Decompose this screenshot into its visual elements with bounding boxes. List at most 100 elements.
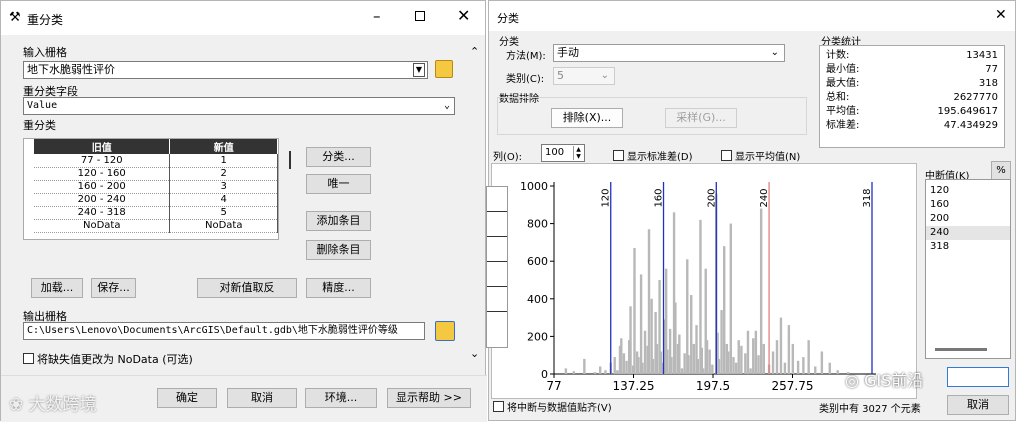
- histogram-bar: [616, 370, 619, 374]
- break-label: 200: [706, 188, 717, 207]
- histogram-bar: [787, 325, 791, 374]
- histogram-bar: [771, 351, 775, 374]
- column-header-old[interactable]: 旧值: [34, 139, 171, 154]
- title-bar: 分类 ✕: [489, 1, 1015, 31]
- histogram-bar: [572, 371, 575, 374]
- scroll-down-icon[interactable]: ⌄: [470, 347, 479, 360]
- histogram-bar: [717, 358, 721, 374]
- show-help-button[interactable]: 显示帮助 >>: [387, 388, 471, 408]
- stats-row: 平均值: 195.649617: [826, 105, 998, 119]
- nodata-checkbox[interactable]: 将缺失值更改为 NoData (可选): [23, 351, 193, 367]
- vertical-scrollbar[interactable]: ⌃ ⌄: [467, 35, 485, 375]
- list-item[interactable]: 240: [926, 226, 1010, 240]
- apply-button[interactable]: [947, 367, 1009, 387]
- wechat-icon: ◎: [845, 371, 859, 390]
- old-value-cell[interactable]: 120 - 160: [34, 167, 171, 181]
- list-item[interactable]: 160: [926, 198, 1010, 212]
- checkbox-box[interactable]: [23, 353, 34, 364]
- y-tick-label: 1000: [520, 180, 548, 193]
- open-folder-icon[interactable]: [435, 60, 453, 78]
- sample-button[interactable]: 采样(G)...: [665, 108, 737, 128]
- histogram-bar: [690, 295, 693, 374]
- close-icon[interactable]: ✕: [995, 7, 1007, 23]
- histogram-chart[interactable]: 0200400600800100077 137.25 197.5 257.75120 1…: [492, 164, 918, 400]
- break-label: 240: [759, 188, 770, 207]
- old-value-cell[interactable]: 160 - 200: [34, 180, 171, 194]
- percent-button[interactable]: %: [991, 161, 1011, 181]
- output-raster-input[interactable]: C:\Users\Lenovo\Documents\ArcGIS\Default…: [23, 322, 425, 340]
- open-folder-icon[interactable]: [435, 321, 455, 341]
- load-button[interactable]: 加载...: [31, 278, 83, 298]
- stat-value: 318: [978, 78, 998, 89]
- stat-key: 最小值:: [826, 64, 860, 75]
- new-value-cell[interactable]: NoData: [169, 219, 278, 233]
- input-raster-select[interactable]: 地下水脆弱性评价 ▼: [23, 61, 428, 79]
- chevron-down-icon: ⌄: [443, 100, 450, 111]
- old-value-cell[interactable]: 77 - 120: [34, 154, 171, 168]
- classify-button[interactable]: 分类...: [306, 147, 371, 167]
- table-row[interactable]: 200 - 240 4: [34, 193, 278, 207]
- save-button[interactable]: 保存...: [91, 278, 136, 298]
- overlay-list-panel: [486, 186, 508, 348]
- table-row[interactable]: 120 - 160 2: [34, 167, 278, 181]
- stat-key: 最大值:: [826, 78, 860, 89]
- exclude-button[interactable]: 排除(X)...: [551, 108, 623, 128]
- table-row[interactable]: 240 - 318 5: [34, 206, 278, 220]
- minimize-icon[interactable]: –: [373, 7, 381, 25]
- y-tick-label: 400: [527, 293, 548, 306]
- columns-stepper[interactable]: 100 ▲ ▼: [541, 144, 585, 162]
- histogram-bar: [613, 357, 616, 374]
- histogram-bar: [836, 370, 839, 374]
- new-value-cell[interactable]: 1: [169, 154, 278, 168]
- horizontal-scrollbar[interactable]: [935, 348, 987, 351]
- cancel-button[interactable]: 取消: [947, 395, 1009, 415]
- list-item[interactable]: 318: [926, 240, 1010, 254]
- break-values-list[interactable]: 120 160 200 240 318: [925, 179, 1011, 359]
- old-value-cell[interactable]: 200 - 240: [34, 193, 171, 207]
- histogram-bar: [726, 351, 730, 374]
- show-std-checkbox[interactable]: 显示标准差(D): [613, 148, 693, 163]
- histogram-bar: [734, 362, 738, 374]
- show-mean-checkbox[interactable]: 显示平均值(N): [721, 148, 800, 163]
- new-value-cell[interactable]: 2: [169, 167, 278, 181]
- close-icon[interactable]: ✕: [457, 6, 470, 25]
- reclass-table[interactable]: 旧值 新值 77 - 120 1 120 - 160 2 160 - 200 3 200 -…: [23, 138, 279, 240]
- precision-button[interactable]: 精度...: [306, 278, 371, 298]
- classes-select[interactable]: 5 ⌄: [553, 67, 615, 85]
- histogram-bar: [749, 368, 752, 374]
- spinner-icon[interactable]: ▲ ▼: [573, 146, 583, 160]
- ok-button[interactable]: 确定: [157, 388, 217, 408]
- scroll-up-icon[interactable]: ⌃: [470, 45, 479, 58]
- table-scrollbar[interactable]: [289, 151, 291, 169]
- add-entry-button[interactable]: 添加条目: [306, 211, 371, 231]
- stats-row: 最大值: 318: [826, 77, 998, 91]
- histogram-bar: [696, 358, 700, 374]
- checkbox-box[interactable]: [493, 401, 504, 412]
- list-item[interactable]: 200: [926, 212, 1010, 226]
- table-row[interactable]: 160 - 200 3: [34, 180, 278, 194]
- column-header-new[interactable]: 新值: [169, 139, 278, 154]
- checkbox-box[interactable]: [613, 150, 624, 161]
- delete-entry-button[interactable]: 删除条目: [306, 240, 371, 260]
- environments-button[interactable]: 环境...: [305, 388, 377, 408]
- new-value-cell[interactable]: 3: [169, 180, 278, 194]
- histogram-bar: [807, 340, 810, 374]
- new-value-cell[interactable]: 5: [169, 206, 278, 220]
- old-value-cell[interactable]: NoData: [34, 219, 171, 233]
- new-value-cell[interactable]: 4: [169, 193, 278, 207]
- cancel-button[interactable]: 取消: [227, 388, 297, 408]
- table-row[interactable]: NoData NoData: [34, 219, 278, 233]
- maximize-icon[interactable]: [415, 11, 425, 21]
- unique-button[interactable]: 唯一: [306, 174, 371, 194]
- histogram-bar: [737, 340, 740, 374]
- list-item[interactable]: 120: [926, 184, 1010, 198]
- table-row[interactable]: 77 - 120 1: [34, 154, 278, 168]
- title-bar: ⚒ 重分类 – ✕: [1, 1, 485, 35]
- field-select[interactable]: Value ⌄: [23, 97, 455, 115]
- snap-checkbox[interactable]: 将中断与数据值贴齐(V): [493, 399, 612, 414]
- checkbox-box[interactable]: [721, 150, 732, 161]
- reverse-values-button[interactable]: 对新值取反: [197, 278, 297, 298]
- old-value-cell[interactable]: 240 - 318: [34, 206, 171, 220]
- histogram-panel[interactable]: 0 200 400 600 800 1000 77 137.25 197.5 257.75 120 1…: [491, 163, 917, 399]
- method-select[interactable]: 手动 ⌄: [553, 44, 785, 62]
